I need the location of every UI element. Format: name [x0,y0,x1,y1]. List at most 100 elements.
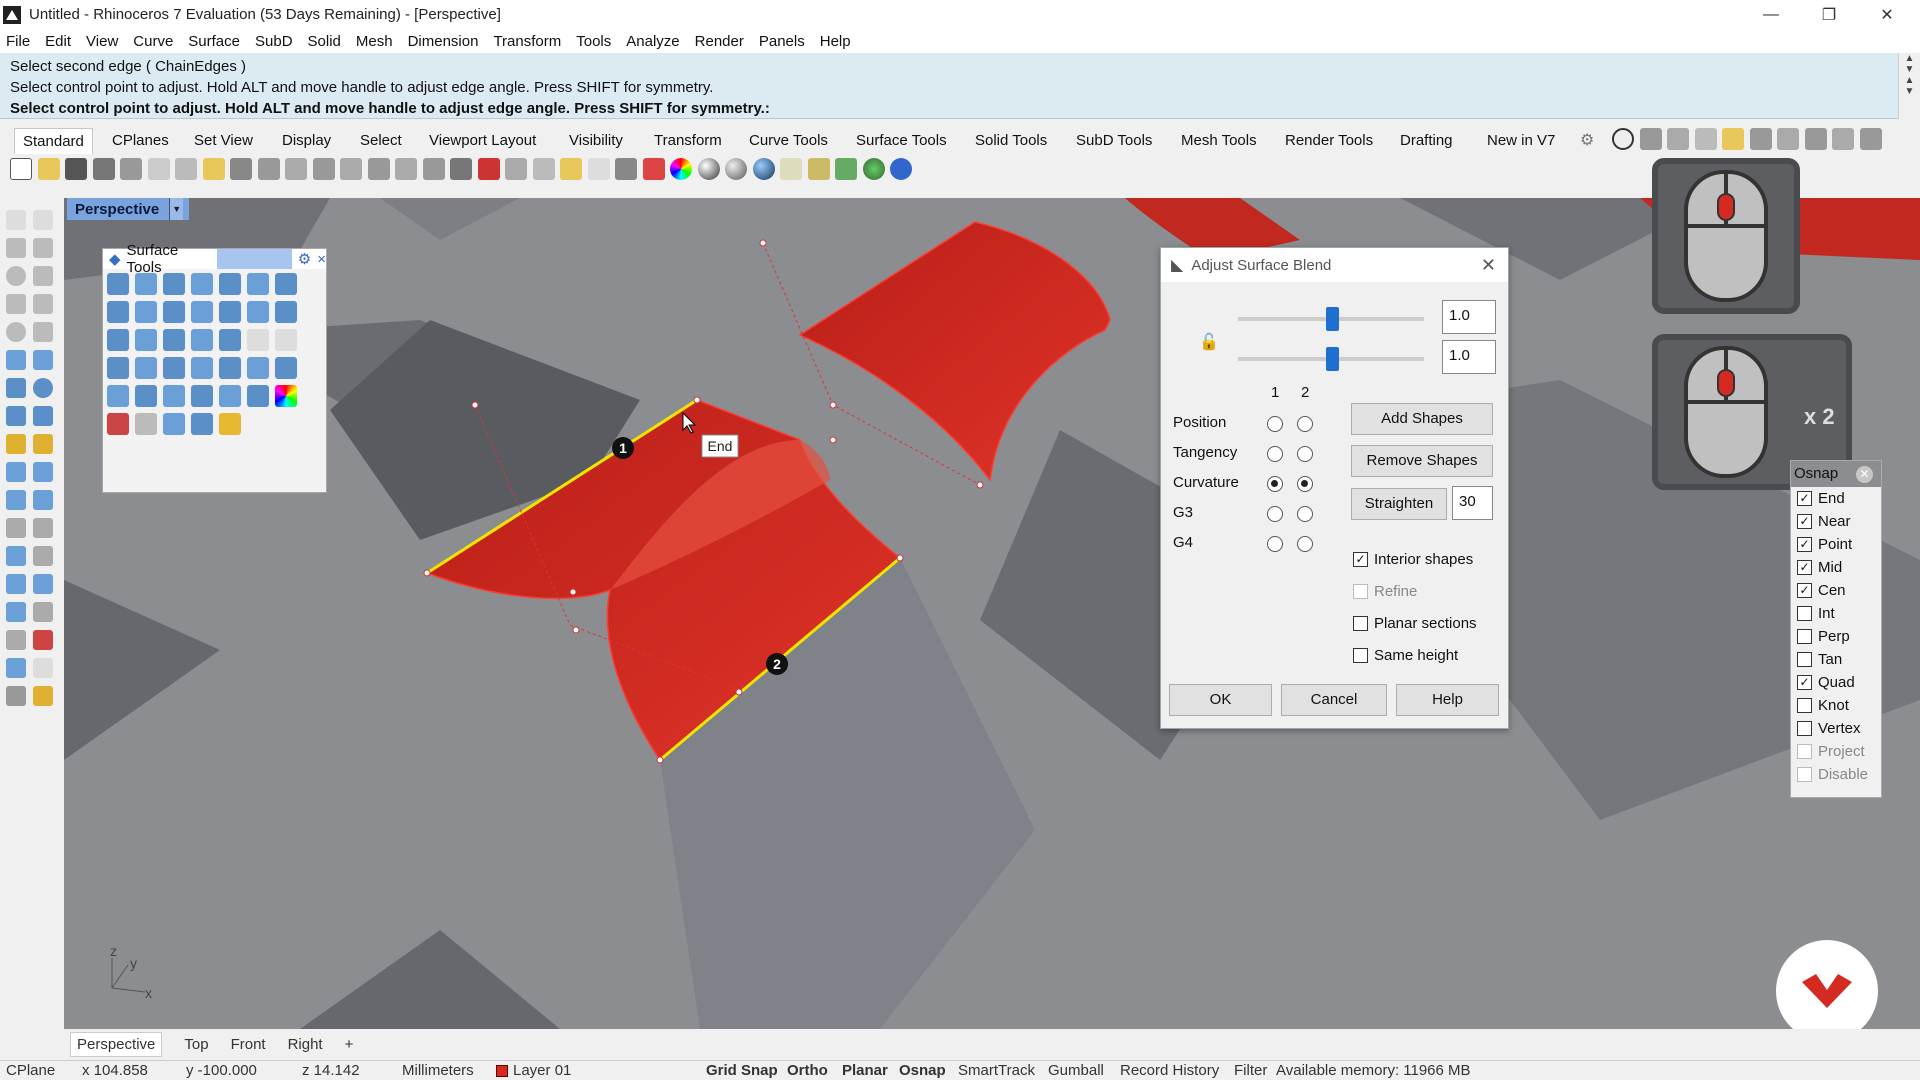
menu-tools[interactable]: Tools [576,33,611,50]
untrim-icon[interactable] [191,329,213,351]
extrude-icon[interactable] [33,350,53,370]
help-button[interactable]: Help [1396,684,1499,716]
surface-tool-34-icon[interactable] [247,385,269,407]
blend-slider-1-thumb[interactable] [1326,307,1339,331]
control-point[interactable] [735,688,743,696]
freeform-icon[interactable] [33,322,53,342]
osnap-close-icon[interactable]: ✕ [1856,466,1873,483]
osnap-item-end[interactable]: ✓ End [1791,487,1881,510]
osnap-item-near[interactable]: ✓ Near [1791,510,1881,533]
surface-tool-26-icon[interactable] [219,357,241,379]
sweep1-icon[interactable] [219,273,241,295]
g4-radio-2[interactable] [1297,536,1313,552]
rotate-view-icon[interactable] [285,158,307,180]
same-height-checkbox[interactable] [1353,648,1368,663]
command-history-scrollbar[interactable]: ▲ ▼ ▲ ▼ [1898,53,1920,119]
sphere-icon[interactable] [33,378,53,398]
perspective-viewport[interactable]: 1 2 End x y z [64,198,1920,1029]
grid-array-icon[interactable] [6,630,26,650]
tab-curve-tools[interactable]: Curve Tools [741,128,836,154]
surface-tool-24-icon[interactable] [163,357,185,379]
status-units[interactable]: Millimeters [402,1062,474,1079]
rectangle-icon[interactable] [33,294,53,314]
tab-viewport-layout[interactable]: Viewport Layout [421,128,544,154]
dialog-close-icon[interactable]: ✕ [1481,255,1496,276]
control-point[interactable] [693,396,701,404]
tab-drafting[interactable]: Drafting [1392,128,1461,154]
tab-visibility[interactable]: Visibility [561,128,631,154]
ellipse-icon[interactable] [6,322,26,342]
plant-icon[interactable] [1804,128,1827,150]
globe-icon[interactable] [862,158,885,180]
surface-tool-38-icon[interactable] [163,413,185,435]
menu-view[interactable]: View [86,33,118,50]
cut-icon[interactable] [147,158,170,180]
status-layer[interactable]: Layer 01 [513,1062,571,1079]
network-surface-icon[interactable] [107,301,129,323]
surface-from-points-icon[interactable] [107,273,129,295]
control-point[interactable] [572,626,580,634]
osnap-item-quad[interactable]: ✓ Quad [1791,671,1881,694]
status-gumball[interactable]: Gumball [1048,1062,1104,1079]
arc-icon[interactable] [33,266,53,286]
export-icon[interactable] [120,158,142,180]
planar-sections-checkbox[interactable] [1353,616,1368,631]
position-radio-2[interactable] [1297,416,1313,432]
dimension-icon[interactable] [33,546,53,566]
brush-icon[interactable] [1832,128,1854,150]
car-wire-icon[interactable] [1777,128,1799,150]
wand-icon[interactable] [780,158,802,180]
osnap-item-cen[interactable]: ✓ Cen [1791,579,1881,602]
restore-button[interactable]: ❐ [1800,0,1858,29]
osnap-checkbox[interactable]: ✓ [1797,583,1812,598]
trim-icon[interactable] [33,630,53,650]
car-icon[interactable] [477,158,500,180]
viewport-layout-icon[interactable] [450,158,472,180]
undo-view-icon[interactable] [422,158,445,180]
tab-transform[interactable]: Transform [646,128,730,154]
straighten-value-input[interactable]: 30 [1452,486,1493,520]
tab-set-view[interactable]: Set View [186,128,261,154]
render-icon[interactable] [6,686,26,706]
surface-tool-40-icon[interactable] [219,413,241,435]
toolbar-settings-icon[interactable]: ⚙ [1580,130,1594,150]
box-icon[interactable] [6,378,26,398]
osnap-item-mid[interactable]: ✓ Mid [1791,556,1881,579]
interior-shapes-checkbox[interactable]: ✓ [1353,552,1368,567]
options-gear-icon[interactable] [807,158,830,180]
straighten-button[interactable]: Straighten [1351,488,1447,520]
blend-surface-icon[interactable] [163,301,185,323]
tab-render-tools[interactable]: Render Tools [1277,128,1381,154]
render-sphere-icon[interactable] [752,158,775,180]
view-tab-top[interactable]: Top [184,1036,208,1053]
surface-tools-gear-icon[interactable]: ⚙ [298,250,311,268]
zoom-window-icon[interactable] [340,158,362,180]
add-view-tab-icon[interactable]: + [345,1036,354,1053]
osnap-item-int[interactable]: Int [1791,602,1881,625]
array-icon[interactable] [6,574,26,594]
osnap-checkbox[interactable]: ✓ [1797,675,1812,690]
pan-icon[interactable] [257,158,280,180]
view-tab-front[interactable]: Front [231,1036,266,1053]
planar-surface-icon[interactable] [163,273,185,295]
surface-tool-31-icon[interactable] [163,385,185,407]
osnap-checkbox[interactable] [1797,629,1812,644]
g4-radio-1[interactable] [1267,536,1283,552]
menu-solid[interactable]: Solid [308,33,341,50]
chamfer-icon[interactable] [33,462,53,482]
status-cplane[interactable]: CPlane [6,1062,55,1079]
surface-tools-drag-area[interactable] [216,249,292,269]
surface-tool-23-icon[interactable] [135,357,157,379]
tab-subd-tools[interactable]: SubD Tools [1068,128,1160,154]
point-icon[interactable] [33,210,53,230]
rebuild-surface-icon[interactable] [275,301,297,323]
surface-icon[interactable] [6,350,26,370]
surface-tool-27-icon[interactable] [247,357,269,379]
cube-icon[interactable] [1749,128,1772,150]
control-point[interactable] [896,554,904,562]
viewport-title-tab[interactable]: Perspective ▼ [67,198,190,220]
lock-icon[interactable] [615,158,637,180]
status-record-history[interactable]: Record History [1120,1062,1219,1079]
osnap-checkbox[interactable] [1797,606,1812,621]
tab-mesh-tools[interactable]: Mesh Tools [1173,128,1265,154]
